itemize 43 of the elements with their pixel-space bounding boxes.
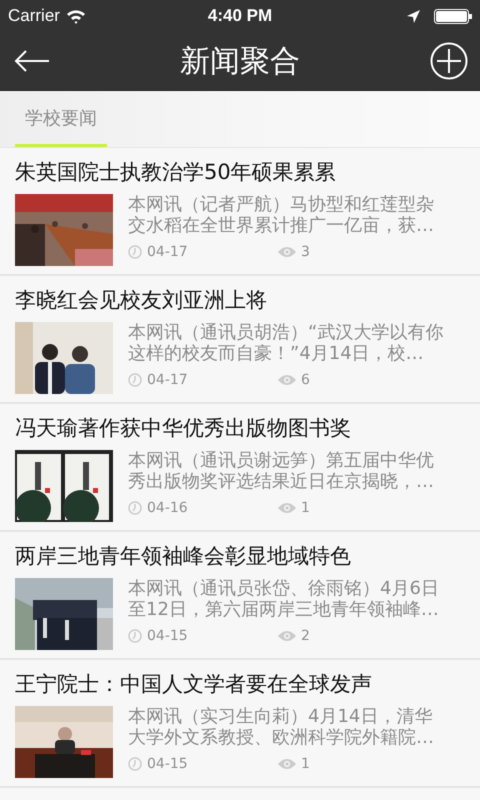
news-date: 04-17	[147, 372, 188, 388]
eye-icon	[278, 502, 296, 514]
news-card[interactable]: 朱英国院士执教治学50年硕果累累 本网讯（记者严航）马协型和红莲型杂交水稻在全世界累计推广一亿亩，获… 04-17 3	[0, 148, 480, 276]
location-arrow-icon	[407, 10, 420, 22]
news-summary: 本网讯（通讯员谢远笋）第五届中华优秀出版物奖评选结果近日在京揭晓，…	[128, 450, 435, 494]
clock-icon	[128, 629, 142, 643]
clock-icon	[128, 757, 142, 771]
view-count: 1	[301, 756, 310, 772]
news-card[interactable]: 冯天瑜著作获中华优秀出版物图书奖 本网讯（通讯员谢远笋）第五届中华优秀出版物奖评选结果近日在京揭晓，… 04-16 1	[0, 404, 480, 532]
news-date: 04-17	[147, 244, 188, 260]
eye-icon	[278, 630, 296, 642]
news-summary: 本网讯（通讯员胡浩）“武汉大学以有你这样的校友而自豪！”4月14日，校…	[128, 322, 444, 366]
view-count: 3	[301, 244, 310, 260]
view-count: 6	[301, 372, 310, 388]
add-button[interactable]	[430, 42, 468, 80]
eye-icon	[278, 246, 296, 258]
news-title: 朱英国院士执教治学50年硕果累累	[15, 159, 337, 186]
eye-icon	[278, 374, 296, 386]
clock-time: 4:40 PM	[208, 6, 272, 26]
wifi-icon	[66, 8, 86, 24]
news-title: 李晓红会见校友刘亚洲上将	[15, 287, 268, 314]
page-title: 新闻聚合	[180, 42, 300, 80]
clock-icon	[128, 245, 142, 259]
news-title: 王宁院士：中国人文学者要在全球发声	[15, 671, 373, 698]
battery-icon	[434, 8, 472, 24]
clock-icon	[128, 501, 142, 515]
news-card[interactable]: 王宁院士：中国人文学者要在全球发声 本网讯（实习生向莉）4月14日，清华大学外文系教授、欧洲科学院外籍院… 04-15 1	[0, 660, 480, 788]
news-summary: 本网讯（记者严航）马协型和红莲型杂交水稻在全世界累计推广一亿亩，获…	[128, 194, 435, 238]
news-card[interactable]: 李晓红会见校友刘亚洲上将 本网讯（通讯员胡浩）“武汉大学以有你这样的校友而自豪！”4月14日，校… 04-17 6	[0, 276, 480, 404]
view-count: 1	[301, 500, 310, 516]
news-date: 04-16	[147, 500, 188, 516]
news-title: 冯天瑜著作获中华优秀出版物图书奖	[15, 415, 352, 442]
view-count: 2	[301, 628, 310, 644]
back-button[interactable]	[14, 49, 50, 73]
clock-icon	[128, 373, 142, 387]
news-title: 两岸三地青年领袖峰会彰显地域特色	[15, 543, 352, 570]
eye-icon	[278, 758, 296, 770]
news-summary: 本网讯（通讯员张岱、徐雨铭）4月6日至12日，第六届两岸三地青年领袖峰…	[128, 578, 440, 622]
news-date: 04-15	[147, 628, 188, 644]
news-date: 04-15	[147, 756, 188, 772]
news-card[interactable]: 两岸三地青年领袖峰会彰显地域特色 本网讯（通讯员张岱、徐雨铭）4月6日至12日，第六届两岸三地青年领袖峰… 04-15 2	[0, 532, 480, 660]
carrier-label: Carrier	[8, 6, 60, 26]
news-summary: 本网讯（实习生向莉）4月14日，清华大学外文系教授、欧洲科学院外籍院…	[128, 706, 435, 750]
